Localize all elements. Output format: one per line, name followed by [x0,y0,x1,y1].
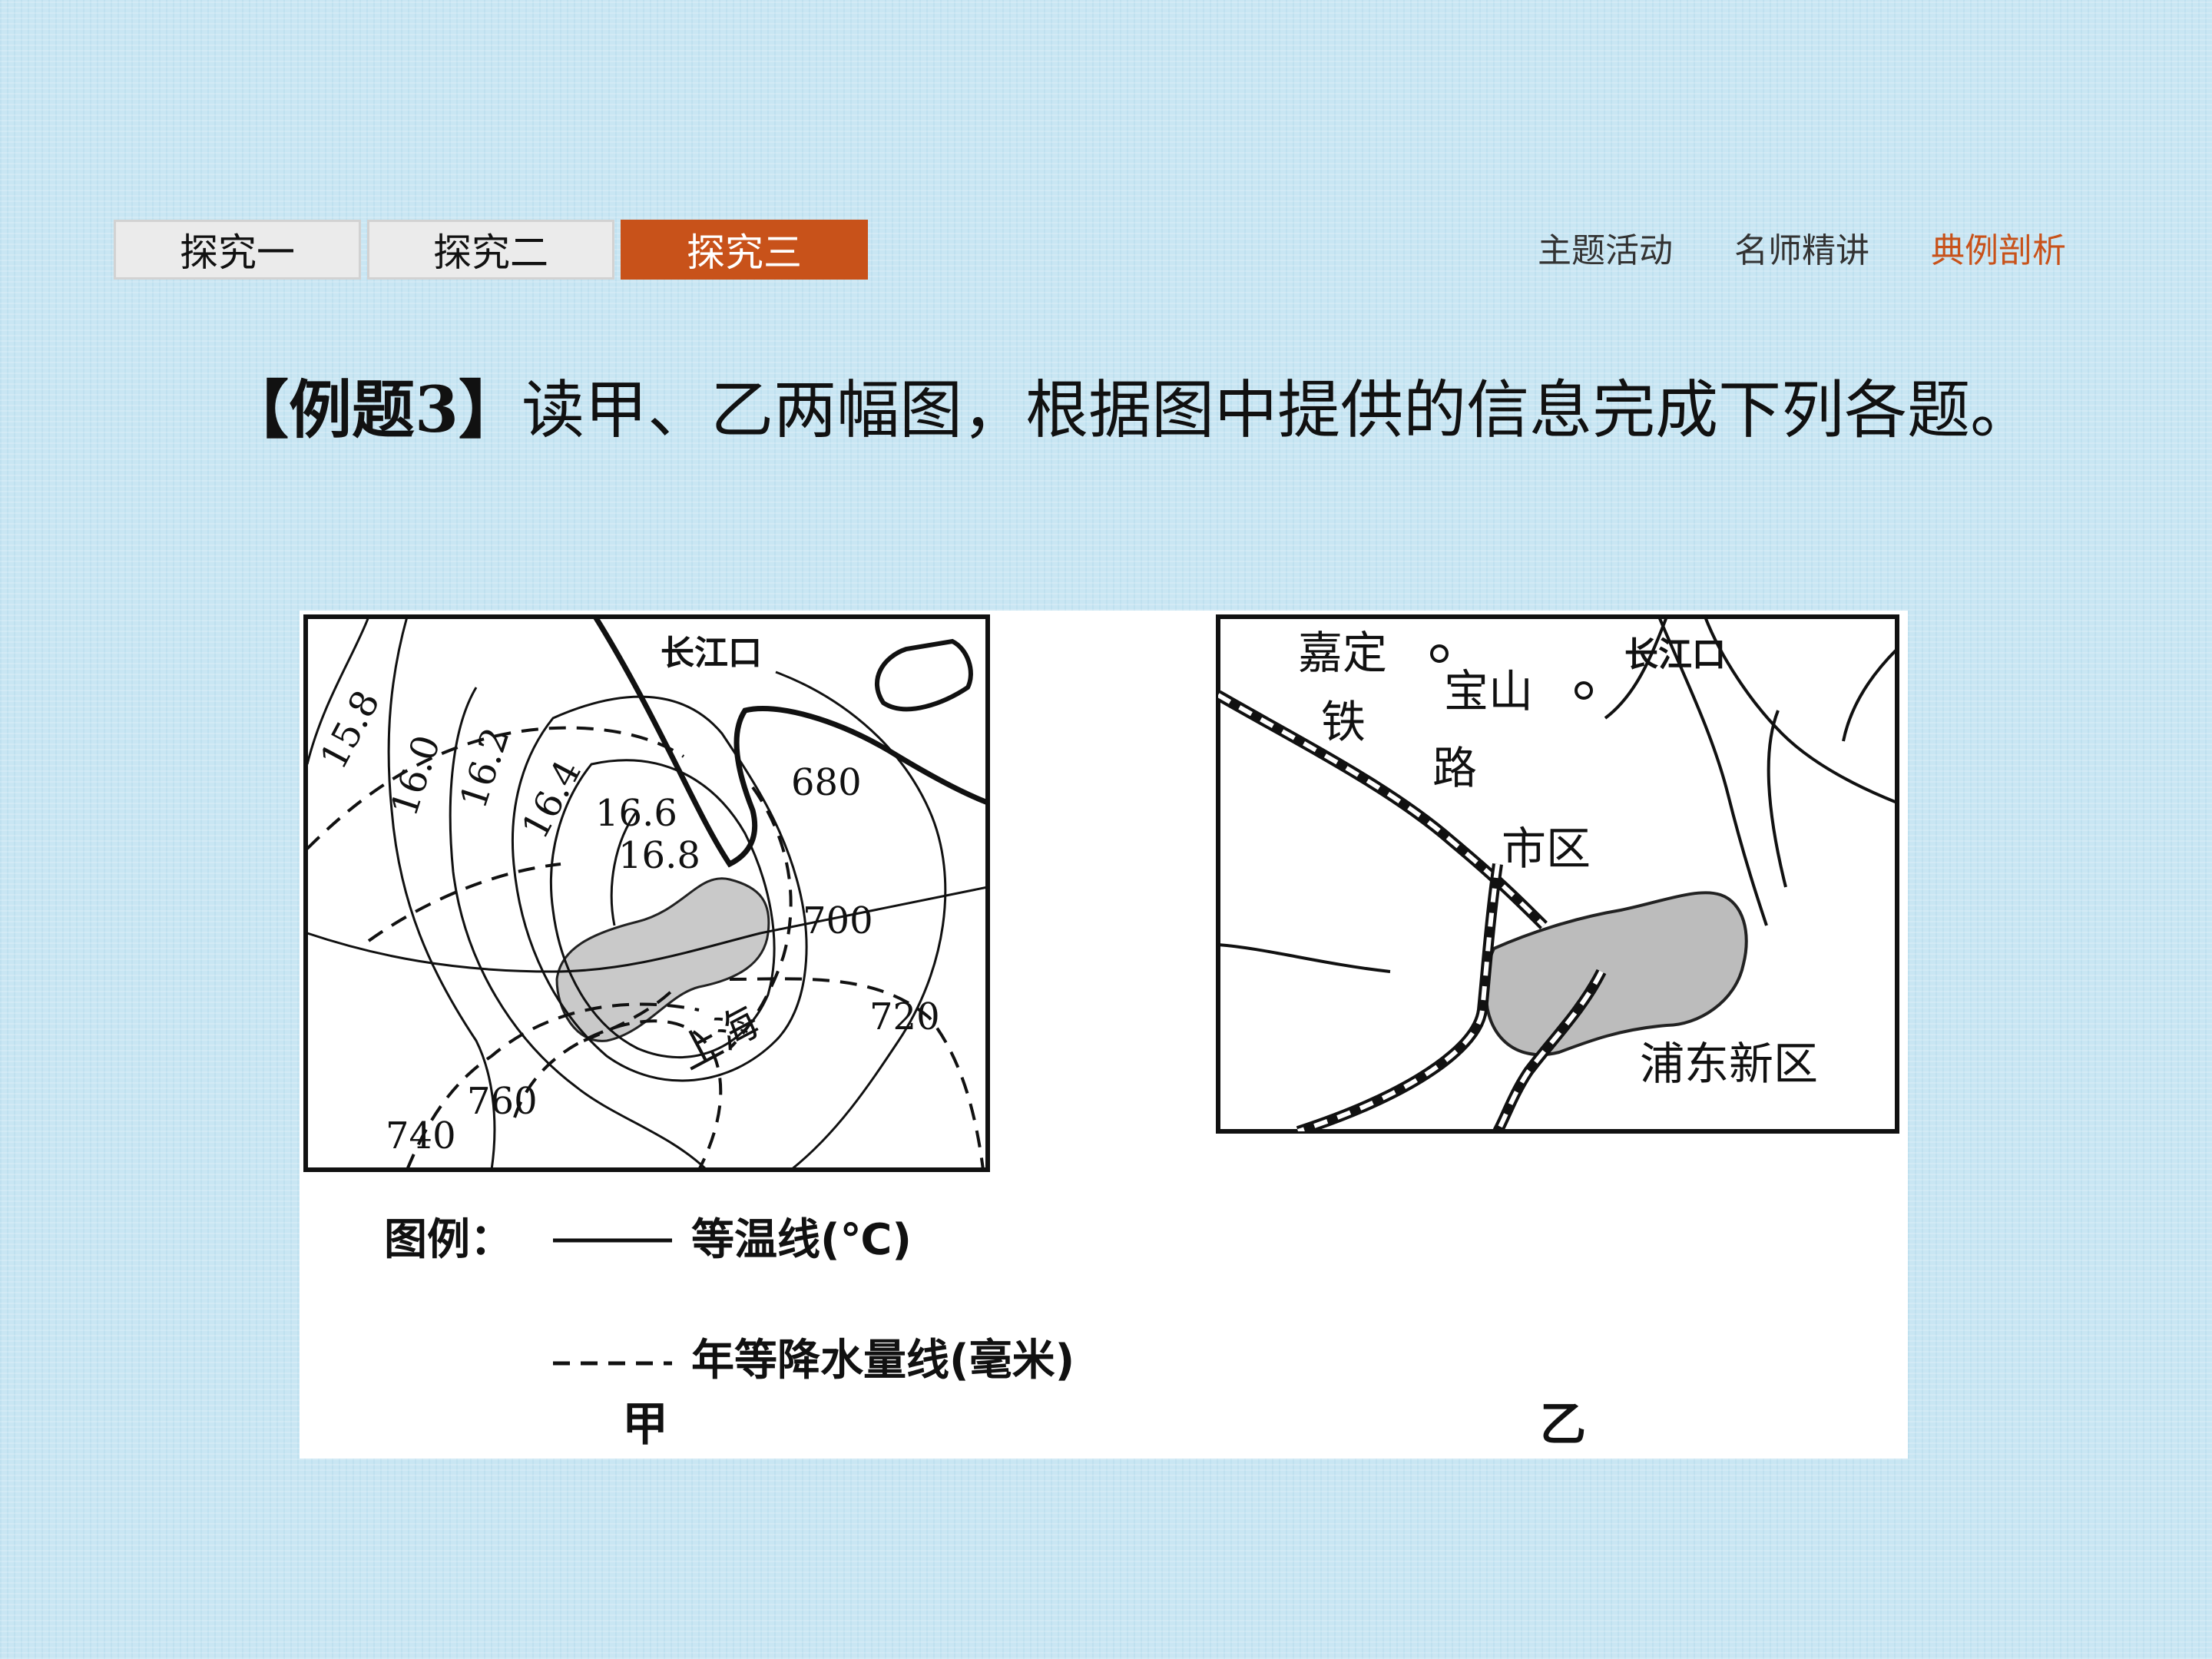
isohyet-label-720: 720 [869,995,940,1038]
isohyet-label-760: 760 [467,1080,538,1123]
baoshan-label: 宝山 [1444,665,1533,717]
tab-bar: 探究一 探究二 探究三 [114,220,868,280]
question-text: 【例题3】读甲、乙两幅图，根据图中提供的信息完成下列各题。 [146,361,2051,460]
tab-tanjiu-1[interactable]: 探究一 [114,220,361,280]
figure-svg: 长江口 上海 15.8 16.0 16.2 16.4 16.6 16.8 680… [303,614,1899,1452]
top-nav: 主题活动 名师精讲 典例剖析 [1538,223,2066,272]
figure-panel: 长江口 上海 15.8 16.0 16.2 16.4 16.6 16.8 680… [300,611,1908,1459]
tab-tanjiu-3[interactable]: 探究三 [621,220,868,280]
isohyet-label-740: 740 [386,1114,456,1157]
yi-estuary-label: 长江口 [1624,635,1726,674]
jia-estuary-label: 长江口 [661,634,762,673]
nav-link-example-analysis[interactable]: 典例剖析 [1931,223,2066,272]
railway-label-2: 路 [1432,742,1477,794]
map-jia-caption: 甲 [622,1398,668,1452]
nav-link-theme-activity[interactable]: 主题活动 [1538,223,1673,272]
legend-title: 图例： [384,1215,513,1265]
map-jia-frame [303,614,990,1172]
jiading-marker [1430,644,1449,663]
legend-dashed-label: 年等降水量线(毫米) [691,1336,1075,1386]
legend-solid-label: 等温线(℃) [691,1215,912,1265]
pudong-label: 浦东新区 [1640,1038,1818,1090]
map-jia: 长江口 上海 15.8 16.0 16.2 16.4 16.6 16.8 680… [303,614,990,1172]
nav-link-teacher-lecture[interactable]: 名师精讲 [1734,223,1869,272]
question-body: 读甲、乙两幅图，根据图中提供的信息完成下列各题。 [522,374,2034,447]
urban-label: 市区 [1502,823,1591,875]
baoshan-marker [1575,681,1593,700]
railway-label-1: 铁 [1321,696,1366,748]
question-prefix: 【例题3】 [226,373,522,447]
tab-tanjiu-2[interactable]: 探究二 [367,220,614,280]
isohyet-label-700: 700 [803,899,873,942]
legend: 图例： 等温线(℃) 年等降水量线(毫米) 甲 [384,1215,1075,1452]
isohyet-label-680: 680 [791,761,862,804]
jiading-label: 嘉定 [1298,627,1387,679]
map-yi-caption: 乙 [1540,1398,1586,1452]
isotherm-label-16-8: 16.8 [618,834,700,877]
map-yi: 长江口 嘉定 宝山 铁 路 市区 浦东新区 乙 [1216,614,1899,1452]
isotherm-label-16-6: 16.6 [595,792,677,835]
